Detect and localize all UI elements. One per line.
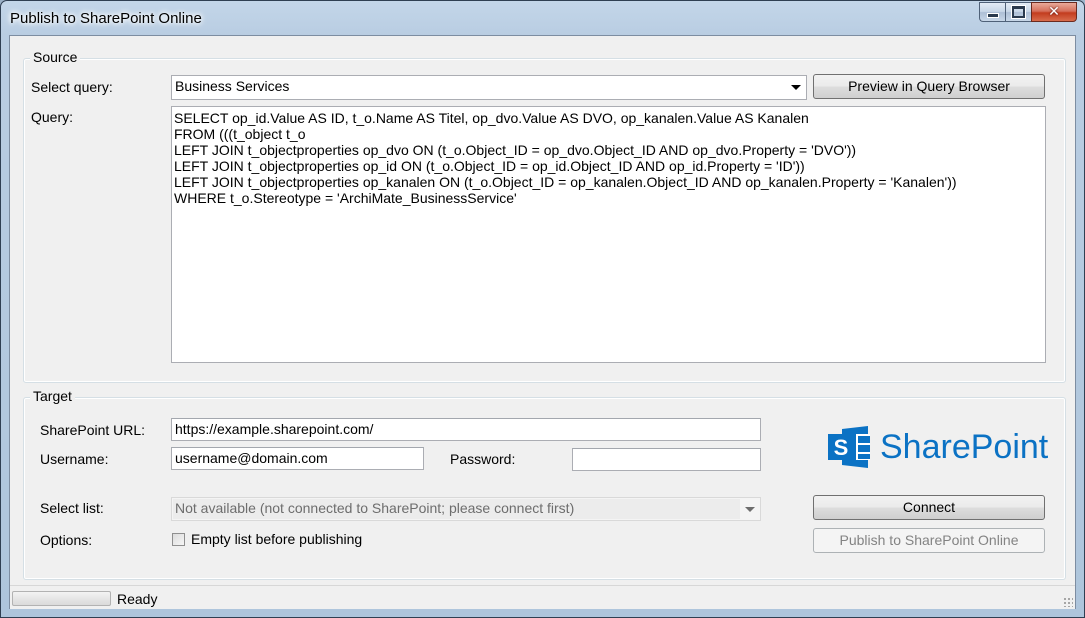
close-button[interactable]: ✕ (1031, 2, 1077, 22)
password-input[interactable] (572, 448, 761, 471)
connect-button[interactable]: Connect (813, 495, 1045, 520)
empty-list-checkbox-label[interactable]: Empty list before publishing (191, 531, 362, 547)
close-icon: ✕ (1048, 4, 1060, 20)
sharepoint-url-label: SharePoint URL: (40, 422, 146, 438)
password-label: Password: (450, 451, 516, 467)
publish-to-sharepoint-button[interactable]: Publish to SharePoint Online (813, 528, 1045, 553)
options-label: Options: (40, 532, 93, 548)
select-list-label: Select list: (40, 500, 104, 516)
sharepoint-logo: S SharePoint (828, 426, 1048, 468)
window-title: Publish to SharePoint Online (10, 10, 202, 27)
sharepoint-url-input[interactable]: https://example.sharepoint.com/ (171, 418, 761, 441)
query-textarea[interactable]: SELECT op_id.Value AS ID, t_o.Name AS Ti… (171, 106, 1046, 363)
window-controls: ✕ (979, 2, 1077, 22)
maximize-button[interactable] (1005, 2, 1031, 22)
app-window: Publish to SharePoint Online ✕ Source Se… (0, 0, 1085, 618)
target-group-label: Target (30, 388, 75, 404)
sharepoint-logo-text: SharePoint (880, 427, 1049, 466)
sharepoint-logo-icon: S (828, 426, 870, 468)
maximize-icon (1011, 5, 1026, 19)
chevron-down-icon (791, 85, 801, 90)
dialog-client-area: Source Select query: Business Services P… (9, 35, 1076, 609)
resize-grip-icon[interactable] (1063, 597, 1073, 607)
select-query-dropdown[interactable]: Business Services (171, 75, 807, 100)
minimize-button[interactable] (979, 2, 1005, 22)
select-list-dropdown[interactable]: Not available (not connected to SharePoi… (171, 497, 761, 521)
username-label: Username: (40, 451, 109, 467)
chevron-down-icon (745, 507, 755, 512)
status-bar: Ready (10, 585, 1075, 609)
preview-in-query-browser-button[interactable]: Preview in Query Browser (813, 74, 1045, 99)
status-text: Ready (117, 591, 158, 607)
title-bar[interactable]: Publish to SharePoint Online ✕ (1, 1, 1084, 35)
source-group-label: Source (30, 49, 81, 65)
select-query-label: Select query: (31, 79, 113, 95)
username-input[interactable]: username@domain.com (171, 447, 424, 470)
svg-text:S: S (834, 435, 849, 460)
query-label: Query: (31, 109, 74, 125)
minimize-icon (986, 12, 999, 18)
select-query-value: Business Services (175, 78, 290, 94)
progress-bar (12, 591, 111, 606)
empty-list-checkbox[interactable] (172, 533, 185, 546)
select-list-value: Not available (not connected to SharePoi… (175, 500, 575, 516)
